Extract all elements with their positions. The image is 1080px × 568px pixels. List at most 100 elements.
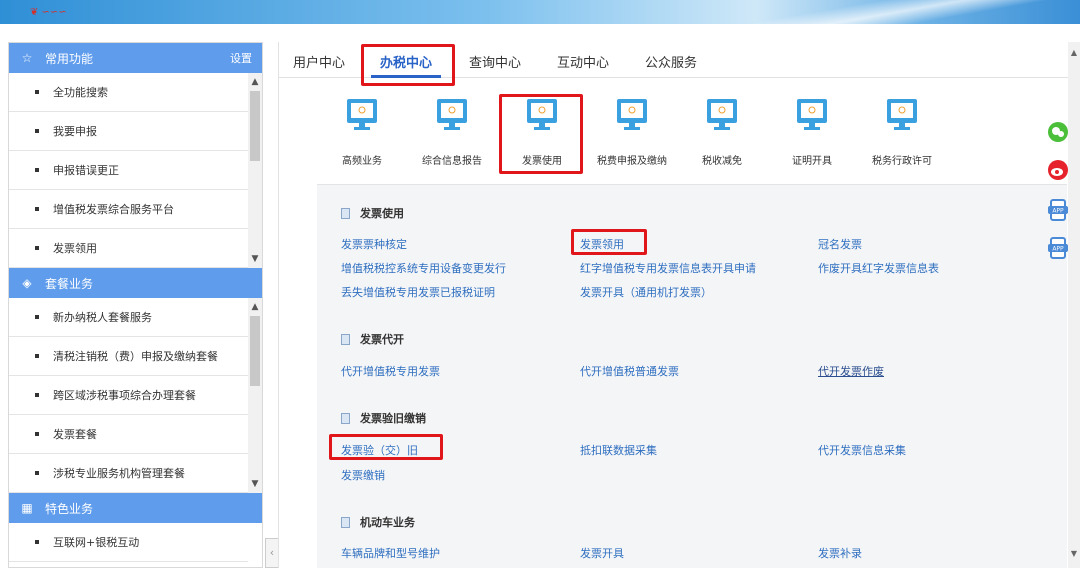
tab-interaction-center[interactable]: 互动中心	[557, 52, 609, 71]
monitor-icon	[707, 99, 737, 130]
link[interactable]: 丢失增值税专用发票已报税证明	[341, 284, 495, 300]
sidebar-item-label: 我要申报	[53, 125, 97, 138]
page-scrollbar[interactable]: ▲ ▼	[1068, 42, 1080, 568]
link[interactable]: 抵扣联数据采集	[580, 442, 657, 458]
sidebar-item-label: 涉税专业服务机构管理套餐	[53, 467, 185, 480]
left-sidebar: ☆ 常用功能 设置 全功能搜索 我要申报 申报错误更正 增值税发票综合服务平台 …	[8, 42, 263, 568]
icon-tax-declaration[interactable]: 税费申报及缴纳	[592, 98, 672, 167]
layers-icon: ◈	[22, 276, 32, 290]
link[interactable]: 发票开具（通用机打发票）	[580, 284, 712, 300]
collapse-sidebar-button[interactable]: ‹	[265, 538, 279, 568]
section-header-special[interactable]: ▦ 特色业务	[9, 493, 262, 523]
special-list: 互联网+银税互动	[9, 523, 262, 563]
document-icon	[341, 412, 350, 424]
icon-label: 税务行政许可	[872, 156, 932, 167]
tab-user-center[interactable]: 用户中心	[293, 52, 345, 71]
group-title-invoice-issue: 发票代开	[341, 331, 404, 347]
sidebar-item[interactable]: 我要申报	[9, 112, 248, 151]
chevron-up-icon[interactable]: ▲	[248, 300, 262, 314]
link[interactable]: 发票开具	[580, 545, 624, 561]
group-title-invoice-use: 发票使用	[341, 205, 404, 221]
icon-info-report[interactable]: 综合信息报告	[412, 98, 492, 167]
sidebar-item-label: 互联网+银税互动	[53, 536, 140, 549]
section-title: 特色业务	[45, 501, 94, 516]
sidebar-item-label: 发票套餐	[53, 428, 97, 441]
settings-link[interactable]: 设置	[230, 50, 252, 66]
icon-certificate[interactable]: 证明开具	[772, 98, 852, 167]
site-logo[interactable]: ❦ ∽∽∽	[30, 5, 76, 17]
icon-high-frequency[interactable]: 高频业务	[322, 98, 402, 167]
icon-label: 高频业务	[342, 156, 382, 167]
chevron-down-icon[interactable]: ▼	[248, 477, 262, 491]
group-title-vehicle: 机动车业务	[341, 514, 415, 530]
highlight-box	[499, 94, 583, 174]
grid-icon: ▦	[21, 501, 33, 515]
banner-decoration	[660, 0, 1080, 24]
app-icon[interactable]: APP	[1046, 236, 1070, 260]
sidebar-item[interactable]: 跨区域涉税事项综合办理套餐	[9, 376, 248, 415]
link[interactable]: 车辆品牌和型号维护	[341, 545, 440, 561]
section-header-package[interactable]: ◈ 套餐业务	[9, 268, 262, 298]
link[interactable]: 发票缴销	[341, 467, 385, 483]
sidebar-item[interactable]: 互联网+银税互动	[9, 523, 248, 562]
section-title: 常用功能	[45, 51, 94, 66]
highlight-box	[361, 44, 455, 86]
sidebar-item-label: 全功能搜索	[53, 86, 108, 99]
common-list: 全功能搜索 我要申报 申报错误更正 增值税发票综合服务平台 发票领用 ▲ ▼	[9, 73, 262, 268]
link[interactable]: 代开增值税普通发票	[580, 363, 679, 379]
star-icon: ☆	[21, 51, 33, 65]
function-icon-row: 高频业务 综合信息报告 发票使用 税费申报及缴纳 税收减免 证明开具 税务行政许…	[279, 98, 1069, 178]
link[interactable]: 代开发票信息采集	[818, 442, 906, 458]
scrollbar-thumb[interactable]	[250, 91, 260, 161]
chevron-up-icon[interactable]: ▲	[248, 75, 262, 89]
sidebar-item[interactable]: 清税注销税（费）申报及缴纳套餐	[9, 337, 248, 376]
link[interactable]: 发票补录	[818, 545, 862, 561]
link[interactable]: 增值税税控系统专用设备变更发行	[341, 260, 506, 276]
sidebar-item[interactable]: 新办纳税人套餐服务	[9, 298, 248, 337]
sub-function-panel: 发票使用 发票票种核定 发票领用 冠名发票 增值税税控系统专用设备变更发行 红字…	[317, 184, 1067, 568]
tab-query-center[interactable]: 查询中心	[469, 52, 521, 71]
bullet-icon	[35, 354, 39, 358]
chevron-down-icon[interactable]: ▼	[1068, 549, 1080, 558]
scrollbar-thumb[interactable]	[250, 316, 260, 386]
monitor-icon	[797, 99, 827, 130]
group-title-text: 发票验旧缴销	[360, 412, 426, 425]
icon-label: 综合信息报告	[422, 156, 482, 167]
icon-tax-relief[interactable]: 税收减免	[682, 98, 762, 167]
chevron-down-icon[interactable]: ▼	[248, 252, 262, 266]
link[interactable]: 作废开具红字发票信息表	[818, 260, 939, 276]
sidebar-item-label: 增值税发票综合服务平台	[53, 203, 174, 216]
weibo-icon[interactable]	[1046, 158, 1070, 182]
sidebar-item[interactable]: 增值税发票综合服务平台	[9, 190, 248, 229]
link[interactable]: 代开增值税专用发票	[341, 363, 440, 379]
scrollbar[interactable]: ▲ ▼	[248, 73, 262, 268]
highlight-box	[571, 229, 647, 255]
app-icon[interactable]: APP	[1046, 198, 1070, 222]
link[interactable]: 代开发票作废	[818, 363, 884, 379]
svg-text:❦ ∽∽∽: ❦ ∽∽∽	[30, 7, 67, 17]
link[interactable]: 冠名发票	[818, 236, 862, 252]
sidebar-item[interactable]: 涉税专业服务机构管理套餐	[9, 454, 248, 493]
package-list: 新办纳税人套餐服务 清税注销税（费）申报及缴纳套餐 跨区域涉税事项综合办理套餐 …	[9, 298, 262, 493]
bullet-icon	[35, 315, 39, 319]
sidebar-item[interactable]: 发票领用	[9, 229, 248, 268]
monitor-icon	[887, 99, 917, 130]
sidebar-item[interactable]: 全功能搜索	[9, 73, 248, 112]
tab-public-service[interactable]: 公众服务	[645, 52, 697, 71]
top-banner: ❦ ∽∽∽	[0, 0, 1080, 24]
sidebar-item[interactable]: 申报错误更正	[9, 151, 248, 190]
section-header-common[interactable]: ☆ 常用功能 设置	[9, 43, 262, 73]
svg-text:APP: APP	[1052, 208, 1064, 215]
monitor-icon	[437, 99, 467, 130]
chevron-up-icon[interactable]: ▲	[1068, 48, 1080, 57]
link[interactable]: 红字增值税专用发票信息表开具申请	[580, 260, 756, 276]
bullet-icon	[35, 540, 39, 544]
bullet-icon	[35, 207, 39, 211]
wechat-icon[interactable]	[1046, 120, 1070, 144]
sidebar-item-label: 申报错误更正	[53, 164, 119, 177]
group-title-invoice-verify: 发票验旧缴销	[341, 410, 426, 426]
icon-admin-license[interactable]: 税务行政许可	[862, 98, 942, 167]
sidebar-item[interactable]: 发票套餐	[9, 415, 248, 454]
link[interactable]: 发票票种核定	[341, 236, 407, 252]
scrollbar[interactable]: ▲ ▼	[248, 298, 262, 493]
